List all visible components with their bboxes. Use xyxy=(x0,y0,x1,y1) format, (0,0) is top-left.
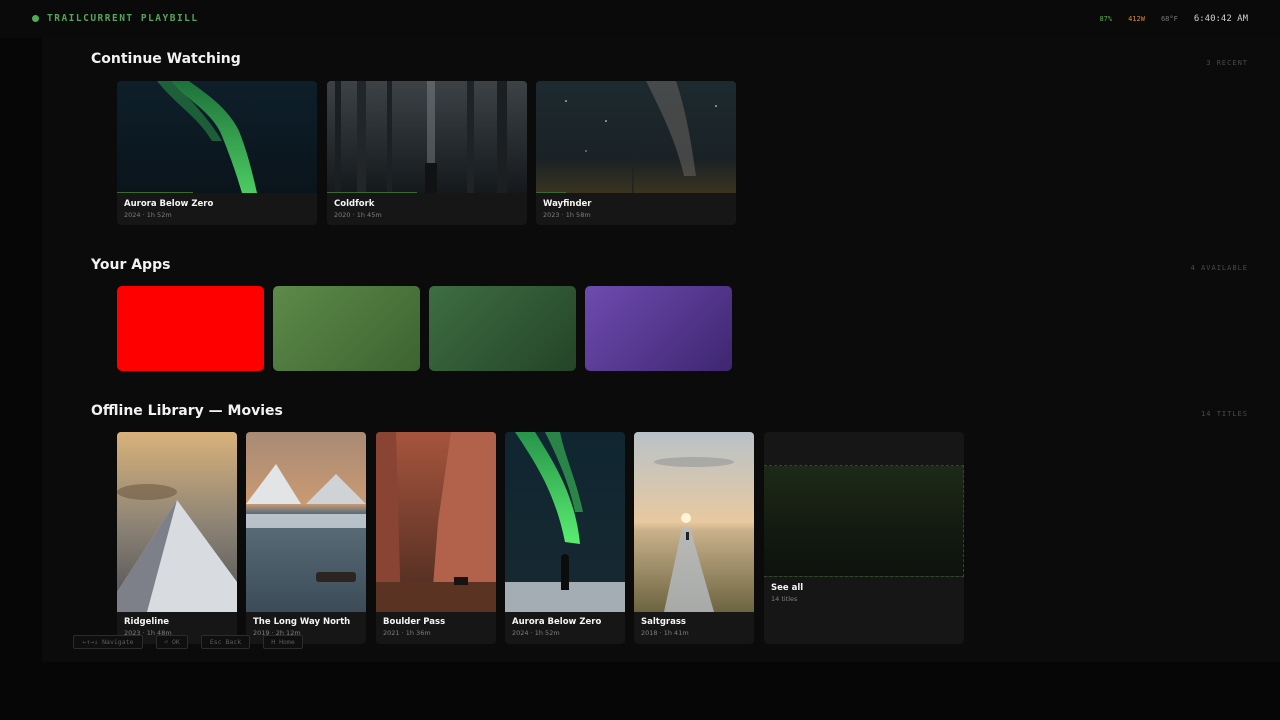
card-title: Aurora Below Zero xyxy=(124,199,214,209)
card-title: Aurora Below Zero xyxy=(512,617,602,627)
card-meta: 2023 · 1h 58m xyxy=(543,211,591,219)
app-tile-2[interactable] xyxy=(273,286,420,371)
card-meta: 2024 · 1h 52m xyxy=(512,629,560,637)
brand: TRAILCURRENT PLAYBILL xyxy=(32,13,199,24)
poster-mountain-image xyxy=(117,432,237,612)
app-tile-4[interactable] xyxy=(585,286,732,371)
card-title: Boulder Pass xyxy=(383,617,446,627)
continue-card-aurora-below-zero[interactable]: Aurora Below Zero 2024 · 1h 52m xyxy=(117,81,317,225)
see-all-count: 14 titles xyxy=(771,595,798,603)
card-meta: 2021 · 1h 36m xyxy=(383,629,431,637)
app-tile-1[interactable] xyxy=(117,286,264,371)
watch-progress-bar xyxy=(536,192,566,193)
card-meta: 2024 · 1h 52m xyxy=(124,211,172,219)
card-title: Saltgrass xyxy=(641,617,686,627)
section-title-offline-library: Offline Library — Movies xyxy=(91,403,283,419)
poster-marsh-sunset-image xyxy=(634,432,754,612)
section-count-continue-watching: 3 RECENT xyxy=(1206,59,1248,67)
hint-home: H Home xyxy=(263,635,303,649)
poster-forest-image xyxy=(327,81,527,193)
status-bar: 87% 412W 68°F 6:40:42 AM xyxy=(1099,14,1248,24)
clock: 6:40:42 AM xyxy=(1193,14,1248,24)
section-count-apps: 4 AVAILABLE xyxy=(1190,264,1248,272)
card-title: Wayfinder xyxy=(543,199,592,209)
continue-card-wayfinder[interactable]: Wayfinder 2023 · 1h 58m xyxy=(536,81,736,225)
movie-card-saltgrass[interactable]: Saltgrass 2018 · 1h 41m xyxy=(634,432,754,644)
movie-card-boulder-pass[interactable]: Boulder Pass 2021 · 1h 36m xyxy=(376,432,496,644)
section-title-continue-watching: Continue Watching xyxy=(91,51,241,67)
movie-card-the-long-way-north[interactable]: The Long Way North 2019 · 2h 12m xyxy=(246,432,366,644)
app-tile-3[interactable] xyxy=(429,286,576,371)
movie-card-aurora-below-zero[interactable]: Aurora Below Zero 2024 · 1h 52m xyxy=(505,432,625,644)
temperature: 68°F xyxy=(1160,15,1178,23)
see-all-title: See all xyxy=(771,583,804,593)
section-count-library: 14 TITLES xyxy=(1201,410,1248,418)
hint-navigate: ←↑→↓ Navigate xyxy=(73,635,143,649)
hint-ok: ⏎ OK xyxy=(156,635,188,649)
status-dot-icon xyxy=(32,15,39,22)
card-meta: 2020 · 1h 45m xyxy=(334,211,382,219)
watch-progress-bar xyxy=(117,192,193,193)
see-all-card[interactable]: See all 14 titles xyxy=(764,432,964,644)
poster-arctic-boat-image xyxy=(246,432,366,612)
continue-card-coldfork[interactable]: Coldfork 2020 · 1h 45m xyxy=(327,81,527,225)
poster-canyon-image xyxy=(376,432,496,612)
see-all-artwork xyxy=(764,465,964,577)
card-meta: 2018 · 1h 41m xyxy=(641,629,689,637)
card-title: Coldfork xyxy=(334,199,375,209)
power-draw: 412W xyxy=(1128,15,1145,23)
watch-progress-bar xyxy=(327,192,417,193)
section-title-your-apps: Your Apps xyxy=(91,257,171,273)
card-title: Ridgeline xyxy=(124,617,170,627)
top-bar: TRAILCURRENT PLAYBILL 87% 412W 68°F 6:40… xyxy=(0,0,1280,38)
battery-level: 87% xyxy=(1099,15,1113,23)
hint-back: Esc Back xyxy=(201,635,250,649)
brand-name: TRAILCURRENT PLAYBILL xyxy=(47,13,199,24)
poster-milky-way-image xyxy=(536,81,736,193)
poster-aurora-image xyxy=(117,81,317,193)
card-title: The Long Way North xyxy=(253,617,351,627)
movie-card-ridgeline[interactable]: Ridgeline 2023 · 1h 48m xyxy=(117,432,237,644)
poster-aurora-image xyxy=(505,432,625,612)
